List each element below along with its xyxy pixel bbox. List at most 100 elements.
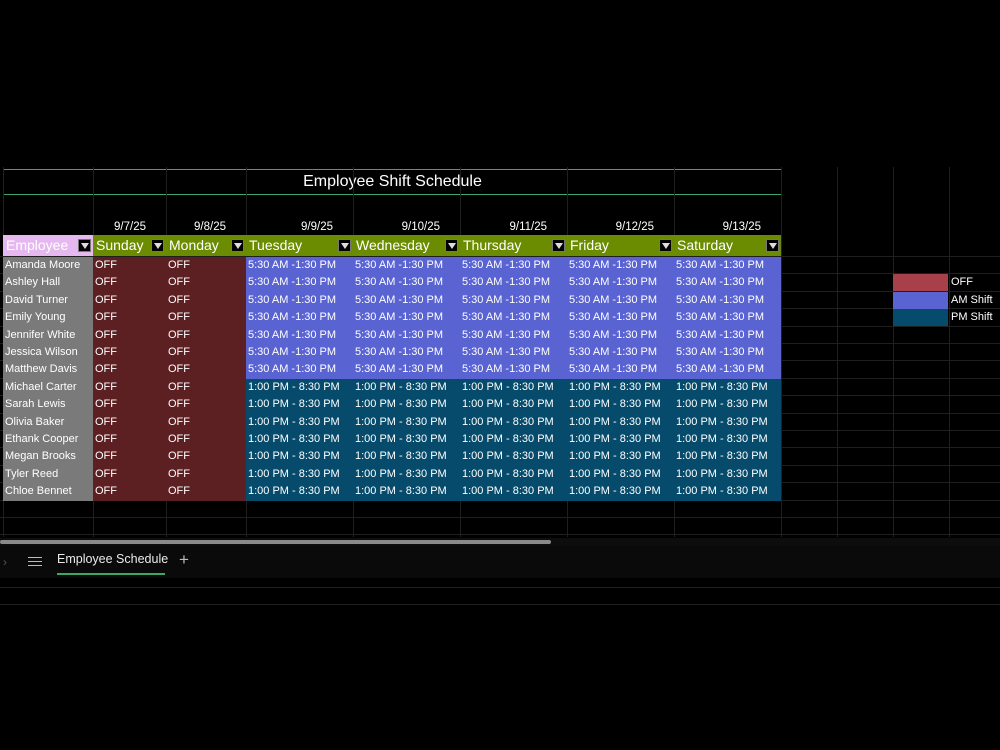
shift-cell[interactable]: 1:00 PM - 8:30 PM xyxy=(246,413,353,431)
shift-cell[interactable]: 1:00 PM - 8:30 PM xyxy=(567,413,674,431)
shift-cell[interactable]: 1:00 PM - 8:30 PM xyxy=(353,396,460,414)
shift-cell[interactable]: 5:30 AM -1:30 PM xyxy=(353,326,460,344)
shift-cell[interactable]: 1:00 PM - 8:30 PM xyxy=(674,483,781,501)
plus-icon[interactable]: + xyxy=(179,550,189,570)
shift-cell[interactable]: OFF xyxy=(93,448,166,466)
shift-cell[interactable]: OFF xyxy=(166,378,246,397)
shift-cell[interactable]: 5:30 AM -1:30 PM xyxy=(460,309,567,327)
horizontal-scrollbar[interactable] xyxy=(0,538,1000,546)
shift-cell[interactable]: 5:30 AM -1:30 PM xyxy=(567,257,674,275)
shift-cell[interactable]: 1:00 PM - 8:30 PM xyxy=(353,431,460,449)
shift-cell[interactable]: 5:30 AM -1:30 PM xyxy=(674,344,781,362)
shift-cell[interactable]: 5:30 AM -1:30 PM xyxy=(567,309,674,327)
legend-label[interactable]: OFF xyxy=(949,274,1000,291)
shift-cell[interactable]: 5:30 AM -1:30 PM xyxy=(674,361,781,379)
employee-name-cell[interactable]: Matthew Davis xyxy=(3,361,93,379)
shift-cell[interactable]: 5:30 AM -1:30 PM xyxy=(353,361,460,379)
legend-swatch[interactable] xyxy=(893,274,948,292)
shift-cell[interactable]: 1:00 PM - 8:30 PM xyxy=(460,465,567,484)
tab-employee-schedule[interactable]: Employee Schedule xyxy=(57,552,168,566)
shift-cell[interactable]: OFF xyxy=(166,465,246,484)
filter-dropdown-icon[interactable] xyxy=(659,239,672,252)
shift-cell[interactable]: OFF xyxy=(93,378,166,397)
employee-name-cell[interactable]: Jennifer White xyxy=(3,326,93,344)
shift-cell[interactable]: 1:00 PM - 8:30 PM xyxy=(674,396,781,414)
employee-name-cell[interactable]: David Turner xyxy=(3,291,93,310)
sheet-title[interactable]: Employee Shift Schedule xyxy=(3,169,782,195)
legend-label[interactable]: AM Shift xyxy=(949,292,1000,309)
column-header-friday[interactable]: Friday xyxy=(567,235,674,256)
shift-cell[interactable]: 1:00 PM - 8:30 PM xyxy=(674,413,781,431)
shift-cell[interactable]: 5:30 AM -1:30 PM xyxy=(460,326,567,344)
shift-cell[interactable]: 1:00 PM - 8:30 PM xyxy=(460,378,567,397)
date-cell[interactable]: 9/8/25 xyxy=(166,219,246,236)
column-header-monday[interactable]: Monday xyxy=(166,235,246,256)
filter-dropdown-icon[interactable] xyxy=(445,239,458,252)
shift-cell[interactable]: OFF xyxy=(166,448,246,466)
date-cell[interactable]: 9/9/25 xyxy=(246,219,353,236)
employee-name-cell[interactable]: Chloe Bennet xyxy=(3,483,93,501)
employee-name-cell[interactable]: Olivia Baker xyxy=(3,413,93,431)
shift-cell[interactable]: 5:30 AM -1:30 PM xyxy=(460,291,567,310)
employee-name-cell[interactable]: Michael Carter xyxy=(3,378,93,397)
shift-cell[interactable]: 5:30 AM -1:30 PM xyxy=(567,326,674,344)
shift-cell[interactable]: 1:00 PM - 8:30 PM xyxy=(460,483,567,501)
shift-cell[interactable]: OFF xyxy=(93,361,166,379)
filter-dropdown-icon[interactable] xyxy=(552,239,565,252)
date-cell[interactable]: 9/11/25 xyxy=(460,219,567,236)
column-header-wednesday[interactable]: Wednesday xyxy=(353,235,460,256)
shift-cell[interactable]: 5:30 AM -1:30 PM xyxy=(674,291,781,310)
shift-cell[interactable]: OFF xyxy=(93,396,166,414)
shift-cell[interactable]: OFF xyxy=(93,431,166,449)
shift-cell[interactable]: 1:00 PM - 8:30 PM xyxy=(567,378,674,397)
hamburger-menu-icon[interactable] xyxy=(28,554,42,568)
shift-cell[interactable]: OFF xyxy=(166,483,246,501)
shift-cell[interactable]: OFF xyxy=(93,309,166,327)
column-header-thursday[interactable]: Thursday xyxy=(460,235,567,256)
shift-cell[interactable]: 5:30 AM -1:30 PM xyxy=(246,309,353,327)
shift-cell[interactable]: OFF xyxy=(166,361,246,379)
shift-cell[interactable]: 1:00 PM - 8:30 PM xyxy=(674,465,781,484)
employee-name-cell[interactable]: Tyler Reed xyxy=(3,465,93,484)
shift-cell[interactable]: 1:00 PM - 8:30 PM xyxy=(567,448,674,466)
shift-cell[interactable]: 5:30 AM -1:30 PM xyxy=(246,291,353,310)
shift-cell[interactable]: 1:00 PM - 8:30 PM xyxy=(567,465,674,484)
shift-cell[interactable]: 5:30 AM -1:30 PM xyxy=(353,274,460,292)
shift-cell[interactable]: OFF xyxy=(166,309,246,327)
employee-name-cell[interactable]: Ethank Cooper xyxy=(3,431,93,449)
filter-dropdown-icon[interactable] xyxy=(231,239,244,252)
shift-cell[interactable]: 1:00 PM - 8:30 PM xyxy=(674,378,781,397)
shift-cell[interactable]: 5:30 AM -1:30 PM xyxy=(353,309,460,327)
shift-cell[interactable]: 1:00 PM - 8:30 PM xyxy=(353,413,460,431)
shift-cell[interactable]: 1:00 PM - 8:30 PM xyxy=(353,483,460,501)
employee-name-cell[interactable]: Emily Young xyxy=(3,309,93,327)
shift-cell[interactable]: OFF xyxy=(166,431,246,449)
shift-cell[interactable]: 5:30 AM -1:30 PM xyxy=(460,257,567,275)
shift-cell[interactable]: 5:30 AM -1:30 PM xyxy=(674,257,781,275)
spreadsheet-grid[interactable]: Employee Shift Schedule 9/7/25 9/8/25 9/9/… xyxy=(0,167,1000,605)
shift-cell[interactable]: 5:30 AM -1:30 PM xyxy=(567,344,674,362)
shift-cell[interactable]: 5:30 AM -1:30 PM xyxy=(567,274,674,292)
filter-dropdown-icon[interactable] xyxy=(151,239,164,252)
shift-cell[interactable]: OFF xyxy=(166,396,246,414)
column-header-tuesday[interactable]: Tuesday xyxy=(246,235,353,256)
shift-cell[interactable]: 1:00 PM - 8:30 PM xyxy=(246,465,353,484)
shift-cell[interactable]: OFF xyxy=(166,344,246,362)
shift-cell[interactable]: OFF xyxy=(93,326,166,344)
shift-cell[interactable]: OFF xyxy=(166,257,246,275)
shift-cell[interactable]: 5:30 AM -1:30 PM xyxy=(246,257,353,275)
shift-cell[interactable]: 5:30 AM -1:30 PM xyxy=(674,326,781,344)
shift-cell[interactable]: OFF xyxy=(93,465,166,484)
shift-cell[interactable]: 1:00 PM - 8:30 PM xyxy=(246,378,353,397)
shift-cell[interactable]: 5:30 AM -1:30 PM xyxy=(460,344,567,362)
shift-cell[interactable]: OFF xyxy=(93,274,166,292)
shift-cell[interactable]: 1:00 PM - 8:30 PM xyxy=(246,396,353,414)
legend-label[interactable]: PM Shift xyxy=(949,309,1000,326)
legend-swatch[interactable] xyxy=(893,291,948,309)
shift-cell[interactable]: 1:00 PM - 8:30 PM xyxy=(246,483,353,501)
shift-cell[interactable]: 1:00 PM - 8:30 PM xyxy=(674,448,781,466)
shift-cell[interactable]: 5:30 AM -1:30 PM xyxy=(353,257,460,275)
shift-cell[interactable]: 1:00 PM - 8:30 PM xyxy=(246,431,353,449)
shift-cell[interactable]: 5:30 AM -1:30 PM xyxy=(246,361,353,379)
shift-cell[interactable]: 5:30 AM -1:30 PM xyxy=(460,274,567,292)
